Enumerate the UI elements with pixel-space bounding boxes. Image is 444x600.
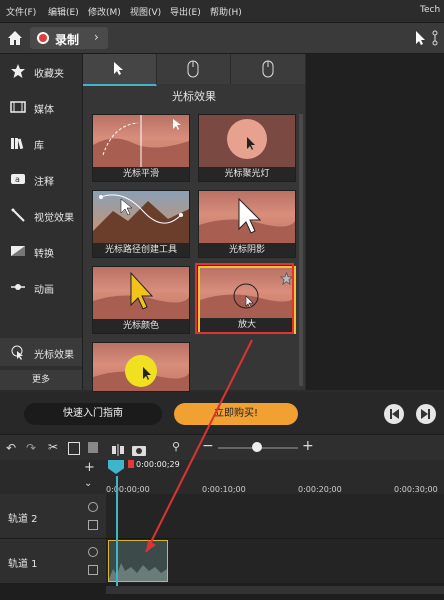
menu-bar: 文件(F) 编辑(E) 修改(M) 视图(V) 导出(E) 帮助(H) Tech xyxy=(0,0,444,23)
track-lock-icon[interactable] xyxy=(88,520,98,530)
effect-cursor-path-creator[interactable]: 光标路径创建工具 xyxy=(92,190,190,258)
copy-icon[interactable] xyxy=(68,442,80,455)
cut-icon[interactable]: ✂ xyxy=(48,440,58,454)
effect-preview xyxy=(199,191,295,243)
annotation-icon: a xyxy=(10,171,26,187)
collapse-icon[interactable]: ⌄ xyxy=(84,478,92,489)
effect-preview xyxy=(93,191,189,243)
cursor-effects-panel: 光标效果 光标平滑 光标聚光灯 光标路径创建工具 光标阴影 光标颜色 放大 xyxy=(83,54,305,392)
effect-preview xyxy=(93,115,189,167)
buy-now-button[interactable]: 立即购买! xyxy=(174,403,298,425)
track-lock-icon[interactable] xyxy=(88,565,98,575)
snapshot-icon[interactable] xyxy=(132,441,146,456)
menu-modify[interactable]: 修改(M) xyxy=(88,5,121,18)
mouse-left-icon xyxy=(187,60,199,82)
sidebar-item-favorites[interactable]: 收藏夹 xyxy=(0,57,82,85)
effect-cursor-spotlight[interactable]: 光标聚光灯 xyxy=(198,114,296,182)
highlight-box xyxy=(195,263,294,334)
undo-icon[interactable]: ↶ xyxy=(6,441,16,455)
track-visibility-icon[interactable] xyxy=(88,547,98,557)
ruler-tick-0: 0:00:00;00 xyxy=(106,485,150,494)
effect-cursor-highlight[interactable] xyxy=(92,342,190,392)
ruler-tick-10: 0:00:10;00 xyxy=(202,485,246,494)
mouse-right-icon xyxy=(262,60,274,82)
sidebar-item-cursor-effects[interactable]: 光标效果 xyxy=(0,338,82,366)
menu-edit[interactable]: 编辑(E) xyxy=(48,5,79,18)
sidebar-item-media[interactable]: 媒体 xyxy=(0,93,82,121)
sidebar-item-transitions[interactable]: 转换 xyxy=(0,237,82,265)
panel-title: 光标效果 xyxy=(172,90,216,103)
add-track-icon[interactable]: + xyxy=(84,460,95,475)
magic-wand-icon xyxy=(10,207,26,223)
effect-preview xyxy=(93,343,189,391)
zoom-in-icon[interactable]: + xyxy=(302,438,314,454)
pointer-tool-icon[interactable] xyxy=(414,30,428,46)
sidebar-item-library[interactable]: 库 xyxy=(0,129,82,157)
cursor-arrow-icon xyxy=(113,61,125,81)
effect-cursor-smoothing[interactable]: 光标平滑 xyxy=(92,114,190,182)
preview-canvas[interactable] xyxy=(306,54,444,390)
ruler-tick-30: 0:00:30;00 xyxy=(394,485,438,494)
quick-start-guide-button[interactable]: 快速入门指南 xyxy=(24,403,162,425)
track-2-lane[interactable] xyxy=(106,494,444,539)
track-label: 轨道 1 xyxy=(8,559,38,570)
timeline-toolbar: ↶ ↷ ✂ ⚲ − + xyxy=(0,434,444,461)
pan-tool-icon[interactable] xyxy=(432,30,444,46)
playhead-time: 0:00:00;29 xyxy=(136,460,180,469)
record-button[interactable]: 录制 › xyxy=(30,27,108,49)
chevron-right-icon: › xyxy=(94,30,99,44)
time-ruler[interactable]: 0:00:00;29 0:00:00;00 0:00:10;00 0:00:20… xyxy=(106,460,444,494)
playhead-out-marker[interactable] xyxy=(128,460,134,468)
next-frame-icon[interactable] xyxy=(416,404,436,424)
tab-right-click[interactable] xyxy=(231,54,305,84)
playhead-line xyxy=(116,476,118,586)
quick-actions-bar: 快速入门指南 立即购买! xyxy=(0,392,444,434)
effect-preview xyxy=(93,267,189,319)
effect-cursor-shadow[interactable]: 光标阴影 xyxy=(198,190,296,258)
record-icon xyxy=(37,32,49,44)
film-icon xyxy=(10,99,26,115)
sidebar: 收藏夹 媒体 库 a 注释 视觉效果 转换 动画 光标效果 更多 xyxy=(0,54,83,390)
menu-help[interactable]: 帮助(H) xyxy=(210,5,242,18)
sidebar-item-animations[interactable]: 动画 xyxy=(0,273,82,301)
sidebar-item-visual-effects[interactable]: 视觉效果 xyxy=(0,201,82,229)
star-icon xyxy=(10,63,26,79)
effect-cursor-color[interactable]: 光标颜色 xyxy=(92,266,190,334)
track-1-header[interactable]: 轨道 1 xyxy=(0,539,106,584)
zoom-icon: ⚲ xyxy=(172,440,181,453)
transition-icon xyxy=(10,243,26,259)
track-visibility-icon[interactable] xyxy=(88,502,98,512)
effect-preview xyxy=(199,115,295,167)
track-label: 轨道 2 xyxy=(8,514,38,525)
tab-left-click[interactable] xyxy=(157,54,231,84)
timeline-header-controls: + ⌄ xyxy=(0,460,106,494)
app-title: Tech xyxy=(420,5,441,15)
svg-text:a: a xyxy=(15,175,20,184)
home-icon[interactable] xyxy=(6,29,24,47)
sidebar-item-annotations[interactable]: a 注释 xyxy=(0,165,82,193)
animation-icon xyxy=(10,279,26,295)
record-label: 录制 xyxy=(55,33,80,47)
timeline-scrollbar[interactable] xyxy=(106,586,444,594)
zoom-slider-handle[interactable] xyxy=(252,442,262,452)
timeline: + ⌄ 0:00:00;29 0:00:00;00 0:00:10;00 0:0… xyxy=(0,460,444,600)
split-icon[interactable] xyxy=(112,441,124,456)
cursor-effect-icon xyxy=(10,344,26,360)
menu-export[interactable]: 导出(E) xyxy=(170,5,201,18)
paste-icon[interactable] xyxy=(88,442,98,453)
toolbar: 录制 › xyxy=(0,23,444,54)
menu-view[interactable]: 视图(V) xyxy=(130,5,161,18)
redo-icon[interactable]: ↷ xyxy=(26,441,36,455)
panel-scrollbar[interactable] xyxy=(299,114,303,386)
more-button[interactable]: 更多 xyxy=(0,370,82,390)
playhead-handle[interactable] xyxy=(108,460,124,474)
tab-cursor[interactable] xyxy=(83,54,157,86)
library-icon xyxy=(10,135,26,151)
prev-frame-icon[interactable] xyxy=(384,404,404,424)
track-2-header[interactable]: 轨道 2 xyxy=(0,494,106,539)
zoom-out-icon[interactable]: − xyxy=(202,438,214,454)
ruler-tick-20: 0:00:20;00 xyxy=(298,485,342,494)
menu-file[interactable]: 文件(F) xyxy=(6,5,36,18)
